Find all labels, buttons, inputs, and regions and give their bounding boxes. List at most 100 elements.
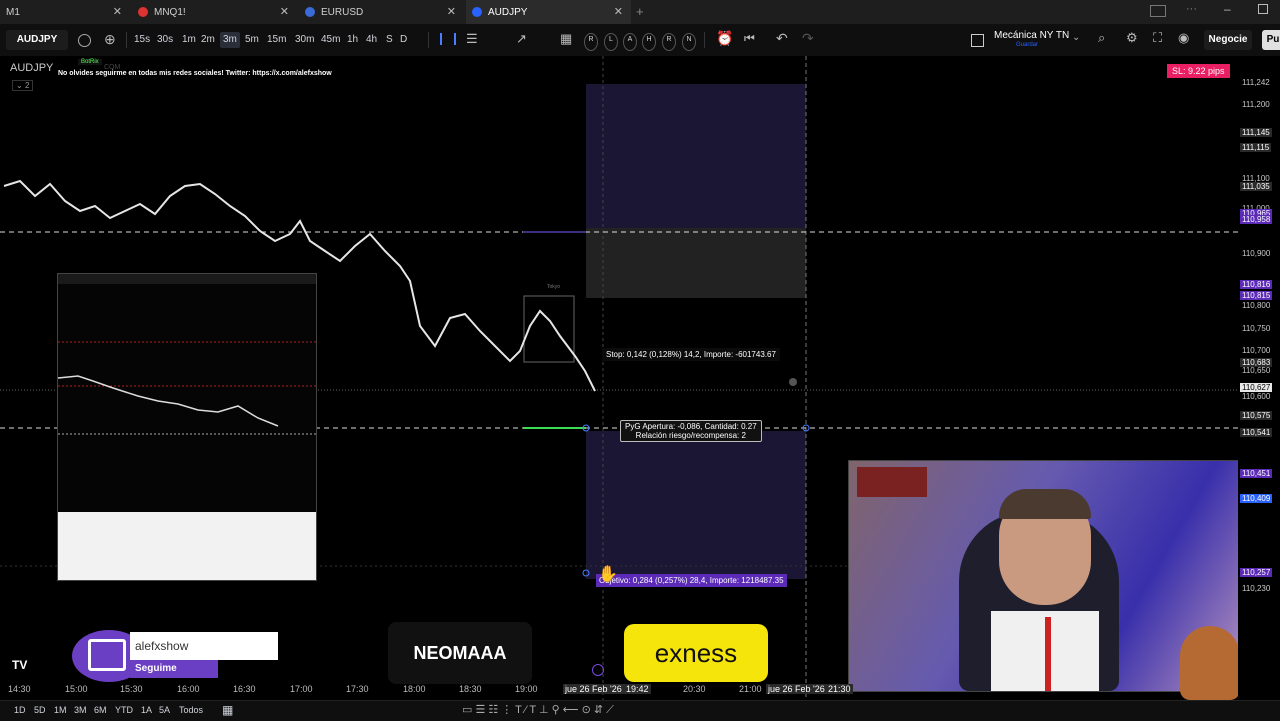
tradingview-icon: [472, 7, 482, 17]
tab-label: EURUSD: [321, 6, 364, 18]
drawing-tools-strip[interactable]: ▭ ☰ ☷ ⋮ T ⁄ T ⊥ ⚲ ⟵ ⊙ ⇵ ⟋: [462, 703, 614, 717]
sponsor-neomaaa: NEOMAAA: [388, 622, 532, 684]
indicators-icon[interactable]: ↗: [516, 31, 527, 47]
maximize-icon[interactable]: [1258, 4, 1268, 14]
interval-30s[interactable]: 30s: [157, 32, 173, 48]
chevron-down-icon[interactable]: ⌄: [1072, 32, 1080, 43]
webcam-prop: [857, 467, 927, 497]
range-6m[interactable]: 6M: [94, 705, 107, 715]
interval-5m[interactable]: 5m: [245, 32, 259, 48]
target-zone-lower: [586, 431, 806, 579]
close-icon[interactable]: ✕: [614, 5, 623, 18]
draw-tool-a[interactable]: A: [623, 33, 637, 51]
date-range-icon[interactable]: ▦: [222, 703, 233, 717]
close-icon[interactable]: ✕: [447, 5, 456, 18]
price-label: 110,750: [1242, 324, 1271, 333]
price-label: 110,958: [1240, 215, 1273, 224]
compare-icon[interactable]: [78, 34, 91, 47]
draw-tool-r2[interactable]: R: [662, 33, 676, 51]
target-label: Objetivo: 0,284 (0,257%) 28,4, Importe: …: [596, 574, 787, 587]
browser-tab-bar: M1 ✕ MNQ1! ✕ EURUSD ✕ AUDJPY ✕ + ··· –: [0, 0, 1280, 24]
range-1d[interactable]: 1D: [14, 705, 26, 715]
redo-icon[interactable]: ↷: [802, 30, 814, 47]
range-ytd[interactable]: YTD: [115, 705, 133, 715]
price-label: 110,575: [1240, 411, 1273, 420]
layout-icon[interactable]: [971, 34, 984, 47]
legend-symbol[interactable]: AUDJPY: [10, 62, 53, 74]
twitch-icon: [88, 639, 126, 671]
price-label: 110,816: [1240, 280, 1273, 289]
time-label: 18:30: [459, 684, 482, 694]
bottom-toolbar: 1D 5D 1M 3M 6M YTD 1A 5A Todos ▦ ▭ ☰ ☷ ⋮…: [0, 700, 1280, 721]
indicator-count: 2: [24, 81, 30, 90]
range-5a[interactable]: 5A: [159, 705, 170, 715]
close-icon[interactable]: ✕: [280, 5, 289, 18]
time-label: 16:00: [177, 684, 200, 694]
layout-save-label[interactable]: Guardar: [1016, 42, 1038, 48]
range-5d[interactable]: 5D: [34, 705, 46, 715]
trade-button[interactable]: Negocie: [1204, 30, 1252, 50]
time-label: 18:00: [403, 684, 426, 694]
templates-icon[interactable]: ▦: [560, 31, 572, 47]
pyg-label: PyG Apertura: -0,086, Cantidad: 0.27 Rel…: [620, 420, 762, 442]
terminal-chart: [58, 341, 316, 435]
price-label: 110,409: [1240, 494, 1273, 503]
interval-15s[interactable]: 15s: [134, 32, 150, 48]
browser-tab-2[interactable]: MNQ1! ✕: [132, 0, 297, 24]
interval-2m[interactable]: 2m: [201, 32, 215, 48]
indicator-toggle[interactable]: ⌄ 2: [12, 80, 34, 91]
symbol-search-button[interactable]: AUDJPY: [6, 30, 68, 50]
chart-type-icon[interactable]: ☰: [466, 31, 478, 47]
interval-4h[interactable]: 4h: [366, 32, 377, 48]
interval-1m[interactable]: 1m: [182, 32, 196, 48]
interval-30m[interactable]: 30m: [295, 32, 314, 48]
replay-icon[interactable]: ⏮: [744, 31, 755, 46]
range-todos[interactable]: Todos: [179, 705, 203, 715]
terminal-toolbar: [58, 274, 316, 284]
tab-label: M1: [6, 6, 20, 18]
pyg-line-2: Relación riesgo/recompensa: 2: [635, 431, 746, 440]
chart-toolbar: AUDJPY ⊕ 15s 30s 1m 2m 3m 5m 15m 30m 45m…: [0, 24, 1280, 57]
time-label: 19:00: [515, 684, 538, 694]
range-1m[interactable]: 1M: [54, 705, 67, 715]
interval-3m[interactable]: 3m: [220, 32, 240, 48]
browser-tab-1[interactable]: M1 ✕: [0, 0, 130, 24]
range-3m[interactable]: 3M: [74, 705, 87, 715]
search-icon[interactable]: ⌕: [1098, 30, 1105, 46]
publish-button[interactable]: Pu: [1262, 30, 1280, 50]
price-label: 110,800: [1242, 301, 1271, 310]
interval-1h[interactable]: 1h: [347, 32, 358, 48]
browser-tab-4[interactable]: AUDJPY ✕: [466, 0, 631, 24]
draw-tool-n[interactable]: N: [682, 33, 696, 51]
alert-icon[interactable]: ⏰: [716, 30, 733, 47]
new-tab-icon[interactable]: +: [636, 4, 644, 19]
layout-name[interactable]: Mecánica NY TN: [994, 30, 1069, 41]
interval-15m[interactable]: 15m: [267, 32, 286, 48]
chart-pane[interactable]: AUDJPY BotRix COM No olvides seguirme en…: [0, 56, 1244, 700]
settings-handle[interactable]: [789, 378, 797, 386]
more-icon[interactable]: ···: [1186, 3, 1197, 15]
flag-icon: [138, 7, 148, 17]
price-label: 110,650: [1242, 366, 1271, 375]
gear-icon[interactable]: ⚙: [1126, 30, 1138, 46]
fullscreen-icon[interactable]: ⛶: [1153, 30, 1162, 46]
draw-tool-r[interactable]: R: [584, 33, 598, 51]
interval-s[interactable]: S: [386, 32, 393, 48]
add-symbol-icon[interactable]: ⊕: [104, 31, 116, 48]
magnet-icon[interactable]: [592, 664, 604, 676]
camera-icon[interactable]: ◉: [1178, 30, 1189, 46]
minimize-icon[interactable]: –: [1224, 2, 1231, 16]
social-ticker: No olvides seguirme en todas mis redes s…: [58, 70, 332, 77]
draw-tool-l[interactable]: L: [604, 33, 618, 51]
range-1a[interactable]: 1A: [141, 705, 152, 715]
interval-45m[interactable]: 45m: [321, 32, 340, 48]
interval-d[interactable]: D: [400, 32, 407, 48]
screen-icon[interactable]: [1150, 5, 1166, 17]
draw-tool-h[interactable]: H: [642, 33, 656, 51]
price-scale[interactable]: 111,242 111,200 111,145 111,115 111,100 111,0…: [1238, 56, 1280, 700]
candles-icon[interactable]: [440, 33, 456, 45]
time-label: 21:30: [826, 684, 853, 694]
browser-tab-3[interactable]: EURUSD ✕: [299, 0, 464, 24]
undo-icon[interactable]: ↶: [776, 30, 788, 47]
close-icon[interactable]: ✕: [113, 5, 122, 18]
